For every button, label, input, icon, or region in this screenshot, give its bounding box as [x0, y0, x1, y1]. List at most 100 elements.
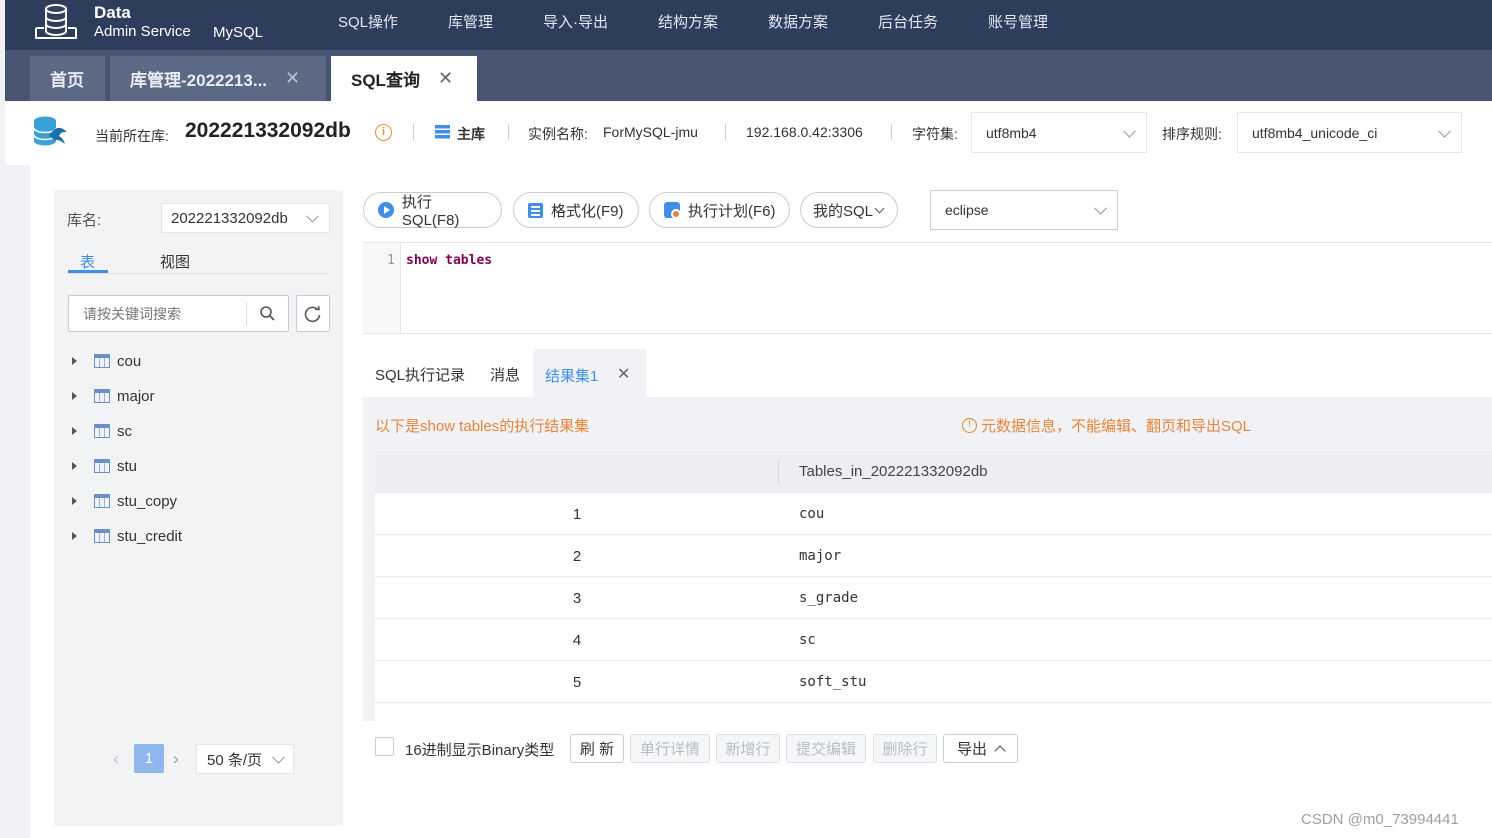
tab-tables[interactable]: 表: [80, 251, 95, 272]
tab-sql-history[interactable]: SQL执行记录: [375, 364, 465, 385]
collation-select[interactable]: utf8mb4_unicode_ci: [1237, 112, 1462, 153]
commit-edit-button[interactable]: 提交编辑: [786, 734, 866, 763]
divider: [508, 124, 509, 140]
page-size-select[interactable]: 50 条/页: [196, 744, 294, 774]
table-row[interactable]: 2 major: [375, 535, 1492, 577]
expand-arrow-icon[interactable]: [72, 497, 77, 505]
refresh-tables-button[interactable]: [296, 295, 330, 332]
table-node-cou[interactable]: cou: [72, 351, 141, 371]
table-node-sc[interactable]: sc: [72, 421, 132, 441]
instance-label: 实例名称:: [528, 126, 588, 142]
page-number-current[interactable]: 1: [134, 744, 164, 773]
tab-db-manage-label: 库管理-2022213...: [130, 71, 268, 90]
close-icon[interactable]: ✕: [617, 364, 630, 384]
explain-plan-button[interactable]: 执行计划(F6): [649, 192, 790, 228]
row-value[interactable]: sc: [799, 632, 816, 648]
row-detail-button[interactable]: 单行详情: [630, 734, 710, 763]
table-icon: [94, 424, 110, 438]
row-value[interactable]: s_grade: [799, 590, 858, 606]
nav-data-plan[interactable]: 数据方案: [768, 11, 828, 32]
charset-value: utf8mb4: [986, 124, 1037, 141]
charset-select[interactable]: utf8mb4: [971, 112, 1147, 153]
server-address: 192.168.0.42:3306: [746, 124, 863, 140]
expand-arrow-icon[interactable]: [72, 532, 77, 540]
tab-db-manage[interactable]: 库管理-2022213... ✕: [110, 56, 326, 101]
close-icon[interactable]: ✕: [438, 68, 453, 89]
expand-arrow-icon[interactable]: [72, 357, 77, 365]
logo-title: Data: [94, 3, 131, 22]
chevron-down-icon: [874, 203, 885, 213]
tab-home[interactable]: 首页: [30, 56, 105, 101]
table-node-major[interactable]: major: [72, 386, 155, 406]
sql-keyword: tables: [445, 253, 493, 268]
table-node-label: stu: [117, 457, 138, 475]
prev-page-icon[interactable]: ‹: [113, 749, 119, 769]
row-number: 4: [572, 632, 582, 649]
divider: [891, 124, 892, 140]
metadata-warning: ! 元数据信息，不能编辑、翻页和导出SQL: [962, 415, 1251, 436]
warning-icon: !: [962, 418, 977, 433]
my-sql-button[interactable]: 我的SQL: [800, 192, 898, 228]
nav-sql-ops[interactable]: SQL操作: [338, 11, 398, 32]
table-icon: [94, 529, 110, 543]
table-node-label: major: [117, 387, 155, 405]
nav-account-manage[interactable]: 账号管理: [988, 11, 1048, 32]
line-number: 1: [387, 253, 395, 268]
nav-import-export[interactable]: 导入·导出: [543, 11, 608, 32]
tab-result-set-1-label: 结果集1: [545, 368, 599, 385]
format-button[interactable]: 格式化(F9): [513, 192, 639, 228]
table-node-label: stu_credit: [117, 527, 183, 545]
table-row[interactable]: 4 sc: [375, 619, 1492, 661]
table-node-stu-copy[interactable]: stu_copy: [72, 491, 177, 511]
table-node-stu[interactable]: stu: [72, 456, 137, 476]
role-label: 主库: [457, 126, 485, 142]
nav-schema-plan[interactable]: 结构方案: [658, 11, 718, 32]
sql-code-line[interactable]: show tables: [406, 253, 492, 268]
chevron-down-icon: [1123, 124, 1136, 138]
table-icon: [94, 494, 110, 508]
nav-db-manage[interactable]: 库管理: [448, 11, 493, 32]
row-value[interactable]: cou: [799, 506, 824, 522]
row-value[interactable]: major: [799, 548, 841, 564]
tab-sql-query[interactable]: SQL查询 ✕: [331, 56, 477, 101]
tab-home-label: 首页: [50, 71, 84, 90]
row-value[interactable]: soft_stu: [799, 674, 866, 690]
refresh-button[interactable]: 刷 新: [570, 734, 624, 763]
nav-background-tasks[interactable]: 后台任务: [878, 11, 938, 32]
editor-theme-select[interactable]: eclipse: [930, 190, 1118, 230]
table-node-label: stu_copy: [117, 492, 178, 510]
table-row[interactable]: 5 soft_stu: [375, 661, 1492, 703]
expand-arrow-icon[interactable]: [72, 427, 77, 435]
hex-binary-checkbox[interactable]: [375, 737, 394, 756]
row-number: 2: [572, 548, 582, 565]
expand-arrow-icon[interactable]: [72, 392, 77, 400]
divider: [725, 124, 726, 140]
run-sql-button[interactable]: 执行SQL(F8): [363, 192, 502, 229]
info-icon[interactable]: i: [375, 124, 392, 141]
play-icon: [378, 202, 394, 218]
table-row[interactable]: 3 s_grade: [375, 577, 1492, 619]
export-button[interactable]: 导出: [943, 734, 1018, 763]
column-header[interactable]: Tables_in_202221332092db: [799, 463, 988, 480]
search-icon[interactable]: [259, 305, 277, 323]
tab-views[interactable]: 视图: [160, 251, 190, 272]
sql-editor[interactable]: 1 show tables: [363, 242, 1492, 334]
logo-product: MySQL: [213, 24, 264, 41]
table-search-input[interactable]: [70, 297, 245, 330]
editor-theme-value: eclipse: [945, 202, 989, 218]
tab-messages[interactable]: 消息: [490, 364, 520, 385]
db-select[interactable]: 202221332092db: [161, 203, 330, 233]
add-row-button[interactable]: 新增行: [716, 734, 780, 763]
sql-keyword: show: [406, 253, 438, 268]
charset-label: 字符集:: [912, 126, 958, 142]
tab-result-set-1[interactable]: 结果集1 ✕: [533, 349, 646, 397]
result-table-header: Tables_in_202221332092db: [375, 451, 1492, 493]
delete-row-button[interactable]: 删除行: [873, 734, 937, 763]
editor-gutter: [363, 243, 401, 333]
expand-arrow-icon[interactable]: [72, 462, 77, 470]
divider: [246, 302, 247, 326]
close-icon[interactable]: ✕: [285, 68, 300, 89]
table-node-stu-credit[interactable]: stu_credit: [72, 526, 182, 546]
table-row[interactable]: 1 cou: [375, 493, 1492, 535]
next-page-icon[interactable]: ›: [173, 749, 179, 769]
